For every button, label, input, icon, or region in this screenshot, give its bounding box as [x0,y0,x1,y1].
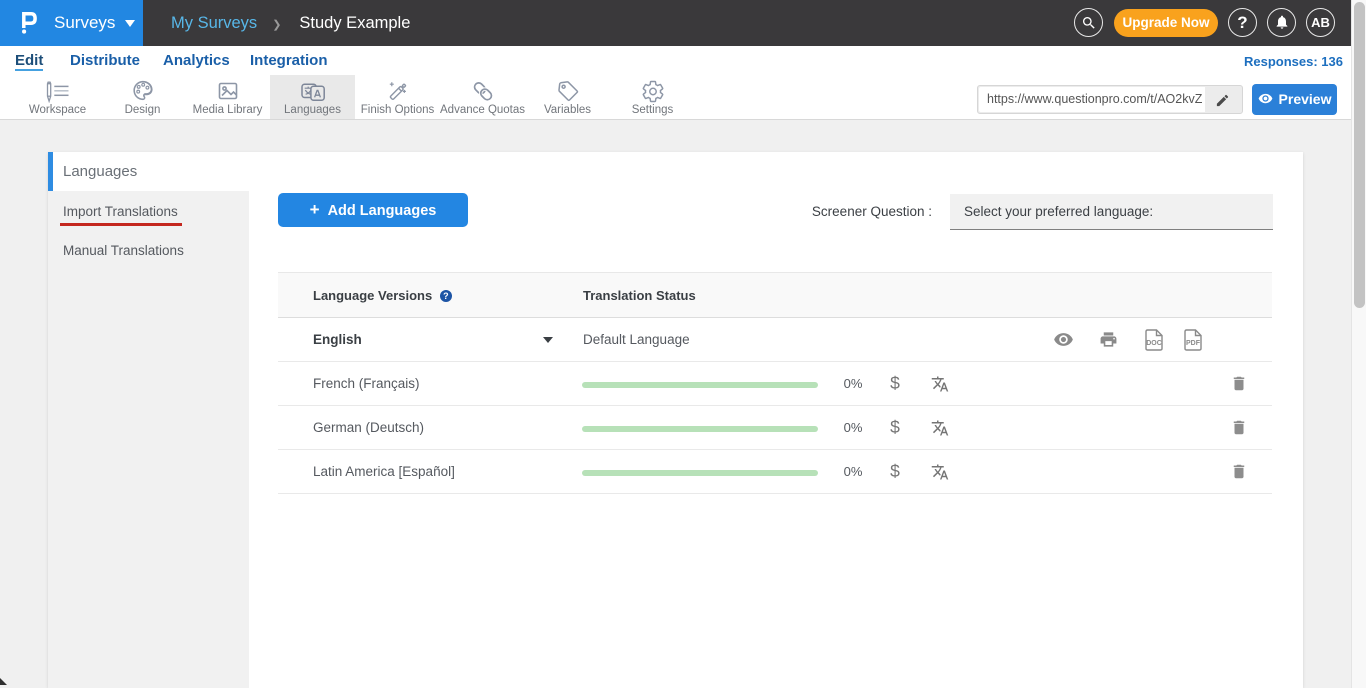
svg-text:PDF: PDF [1186,340,1201,347]
svg-text:DOC: DOC [1146,340,1162,347]
